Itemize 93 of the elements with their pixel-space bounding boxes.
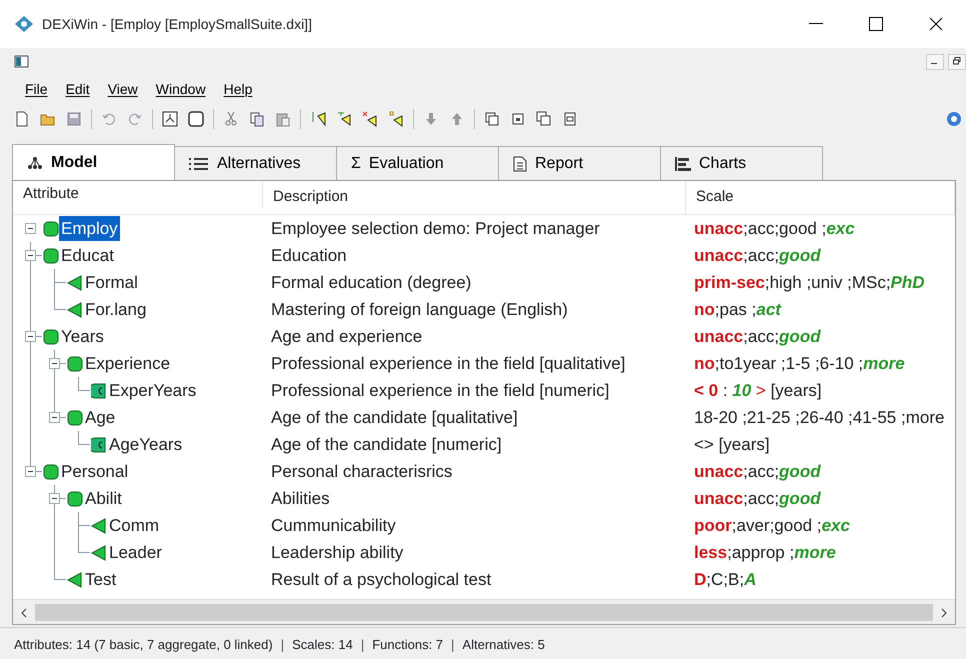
continuous-node-icon bbox=[91, 382, 107, 398]
status-text: Alternatives: 5 bbox=[462, 636, 545, 654]
collapse-icon[interactable] bbox=[25, 466, 36, 477]
description-text: Abilities bbox=[270, 488, 331, 510]
attribute-name[interactable]: Comm bbox=[107, 512, 162, 538]
basic-node-icon bbox=[67, 572, 83, 588]
aggregate-node-icon bbox=[67, 490, 83, 506]
menu-item[interactable]: File bbox=[18, 76, 55, 102]
scale-text: 18-20 ;21-25 ;26-40 ;41-55 ;more bbox=[693, 406, 946, 429]
status-separator: | bbox=[451, 636, 454, 654]
status-text: Functions: 7 bbox=[372, 636, 444, 654]
collapse-icon[interactable] bbox=[25, 223, 36, 234]
sigma-icon: Σ bbox=[351, 152, 361, 176]
tab[interactable]: Model bbox=[12, 144, 175, 180]
attribute-name[interactable]: Abilit bbox=[83, 486, 124, 512]
scale-text: unacc;acc;good bbox=[693, 244, 822, 267]
column-header[interactable]: Description bbox=[263, 181, 686, 214]
scroll-left-icon[interactable] bbox=[20, 608, 28, 618]
collapse-icon[interactable] bbox=[25, 250, 36, 261]
menu-item[interactable]: View bbox=[100, 76, 145, 102]
attribute-name[interactable]: Experience bbox=[83, 350, 172, 376]
aggregate-node-icon bbox=[43, 328, 59, 344]
scrollbar-thumb[interactable] bbox=[35, 604, 933, 620]
aggregate-node-icon bbox=[43, 220, 59, 236]
scale-text: D;C;B;A bbox=[693, 568, 758, 591]
scale-text: unacc;acc;good bbox=[693, 488, 822, 510]
description-text: Personal characterisrics bbox=[270, 460, 454, 483]
description-text: Education bbox=[270, 244, 348, 267]
basic-node-icon bbox=[91, 544, 107, 560]
document-icon bbox=[513, 156, 527, 172]
scale-text: unacc;acc;good bbox=[693, 460, 822, 483]
status-separator: | bbox=[280, 636, 284, 654]
status-text: Attributes: 14 (7 basic, 7 aggregate, 0 linked) bbox=[14, 636, 273, 654]
description-text: Result of a psychological test bbox=[270, 568, 492, 591]
status-text: Scales: 14 bbox=[292, 636, 353, 654]
scale-text: unacc;acc;good ;exc bbox=[693, 218, 856, 240]
description-text: Age of the candidate [numeric] bbox=[270, 434, 503, 456]
collapse-icon[interactable] bbox=[25, 331, 36, 342]
aggregate-node-icon bbox=[43, 464, 59, 480]
attribute-name[interactable]: AgeYears bbox=[107, 432, 184, 458]
scale-text: <> [years] bbox=[693, 434, 771, 456]
grid-icon bbox=[189, 156, 209, 170]
attribute-name[interactable]: Test bbox=[83, 566, 118, 592]
description-text: Age and experience bbox=[270, 326, 424, 348]
menu-item[interactable]: Help bbox=[216, 76, 260, 102]
scale-text: prim-sec;high ;univ ;MSc;PhD bbox=[693, 272, 926, 294]
attribute-name[interactable]: Employ bbox=[59, 216, 120, 242]
basic-node-icon bbox=[67, 274, 83, 290]
attribute-name[interactable]: Years bbox=[59, 324, 106, 350]
collapse-icon[interactable] bbox=[49, 493, 60, 504]
attribute-name[interactable]: ExperYears bbox=[107, 378, 198, 404]
attribute-name[interactable]: Formal bbox=[83, 270, 140, 296]
collapse-icon[interactable] bbox=[49, 412, 60, 423]
description-text: Cummunicability bbox=[270, 514, 397, 537]
attribute-name[interactable]: Personal bbox=[59, 458, 130, 484]
aggregate-node-icon bbox=[67, 410, 83, 426]
attribute-name[interactable]: For.lang bbox=[83, 296, 148, 322]
description-text: Employee selection demo: Project manager bbox=[270, 218, 601, 240]
column-header[interactable]: Attribute bbox=[13, 181, 263, 208]
scale-text: poor;aver;good ;exc bbox=[693, 514, 851, 537]
description-text: Leadership ability bbox=[270, 542, 404, 564]
attribute-name[interactable]: Age bbox=[83, 404, 118, 430]
minimize-icon[interactable] bbox=[926, 54, 944, 70]
tree-icon bbox=[27, 156, 43, 170]
menu-item[interactable]: Window bbox=[148, 76, 213, 102]
description-text: Formal education (degree) bbox=[270, 272, 472, 294]
scale-text: less;approp ;more bbox=[693, 542, 837, 564]
scale-text: < 0 : 10 > [years] bbox=[693, 380, 823, 402]
basic-node-icon bbox=[67, 302, 83, 318]
bar-chart-icon bbox=[675, 156, 691, 170]
description-text: Mastering of foreign language (English) bbox=[270, 298, 569, 321]
description-text: Age of the candidate [qualitative] bbox=[270, 406, 519, 429]
attribute-name[interactable]: Leader bbox=[107, 540, 164, 566]
app-logo-icon bbox=[14, 15, 34, 33]
description-text: Professional experience in the field [numeric] bbox=[270, 380, 610, 402]
window-title: DEXiWin - [Employ [EmploySmallSuite.dxi]] bbox=[42, 14, 312, 34]
scroll-right-icon[interactable] bbox=[940, 608, 948, 618]
scale-text: no;to1year ;1-5 ;6-10 ;more bbox=[693, 352, 906, 375]
aggregate-node-icon bbox=[67, 356, 83, 372]
basic-node-icon bbox=[91, 518, 107, 534]
scale-text: no;pas ;act bbox=[693, 298, 782, 321]
tab[interactable]: Charts bbox=[660, 146, 823, 180]
continuous-node-icon bbox=[91, 436, 107, 452]
description-text: Professional experience in the field [qualitative] bbox=[270, 352, 626, 375]
menu-item[interactable]: Edit bbox=[58, 76, 97, 102]
collapse-icon[interactable] bbox=[49, 358, 60, 369]
scale-text: unacc;acc;good bbox=[693, 326, 822, 348]
attribute-name[interactable]: Educat bbox=[59, 242, 116, 268]
document-icon[interactable] bbox=[14, 54, 30, 68]
aggregate-node-icon bbox=[43, 248, 59, 264]
column-header[interactable]: Scale bbox=[686, 181, 955, 214]
status-separator: | bbox=[360, 636, 364, 654]
restore-icon[interactable] bbox=[948, 54, 966, 70]
